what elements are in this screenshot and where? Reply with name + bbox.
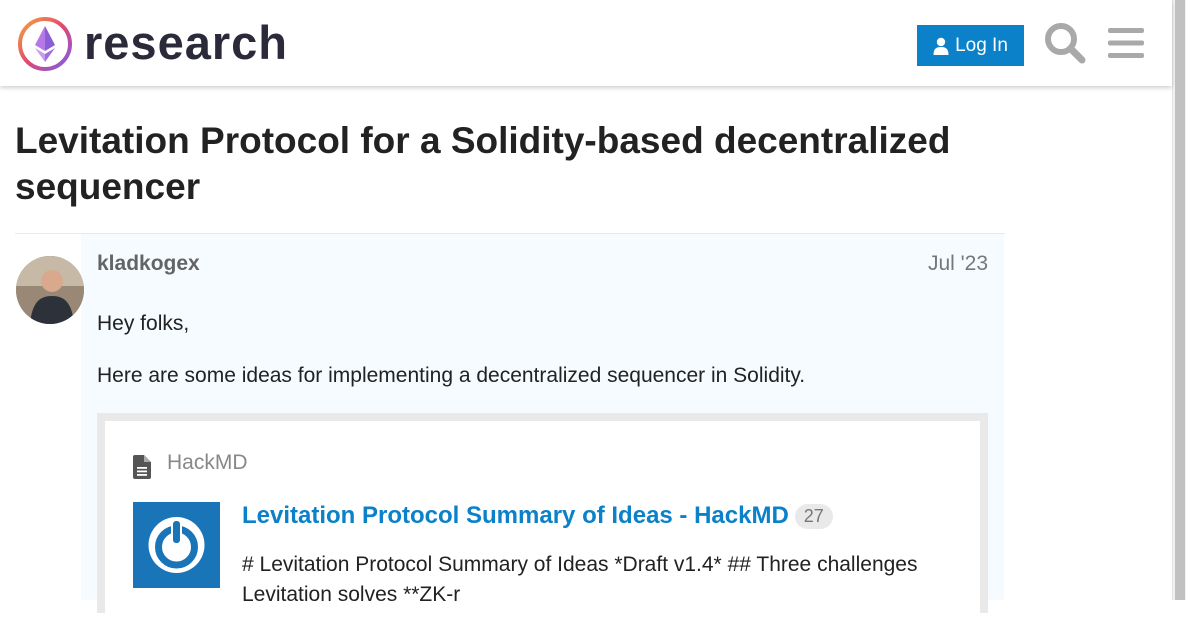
post-paragraph: Hey folks, — [97, 312, 190, 335]
login-button[interactable]: Log In — [917, 25, 1024, 66]
ethereum-research-logo[interactable] — [17, 16, 73, 72]
page-scrollbar[interactable] — [1172, 0, 1186, 600]
onebox-link-text[interactable]: Levitation Protocol Summary of Ideas - H… — [242, 502, 789, 529]
hamburger-menu-icon[interactable] — [1107, 24, 1145, 62]
post-date[interactable]: Jul '23 — [920, 252, 988, 276]
document-icon — [133, 455, 151, 479]
link-preview-onebox: HackMD Levitation Protocol Summary of Id… — [97, 413, 988, 621]
avatar[interactable] — [16, 256, 84, 324]
user-icon — [933, 37, 949, 55]
onebox-content: HackMD Levitation Protocol Summary of Id… — [105, 421, 980, 621]
onebox-excerpt: # Levitation Protocol Summary of Ideas *… — [242, 553, 918, 606]
hackmd-logo-icon — [148, 517, 205, 573]
click-count-badge: 27 — [794, 504, 833, 530]
site-name[interactable]: research — [84, 13, 288, 73]
avatar-image — [16, 256, 84, 324]
hackmd-thumbnail[interactable] — [133, 502, 220, 588]
login-label: Log In — [955, 34, 1008, 56]
onebox-link-title[interactable]: Levitation Protocol Summary of Ideas - H… — [242, 502, 833, 530]
scrollbar-thumb[interactable] — [1175, 0, 1185, 600]
onebox-source[interactable]: HackMD — [167, 451, 248, 475]
search-icon[interactable] — [1044, 22, 1086, 64]
post-paragraph: Here are some ideas for implementing a d… — [97, 364, 806, 387]
post-username[interactable]: kladkogex — [97, 252, 200, 276]
site-header: research Log In — [0, 0, 1172, 86]
topic-title[interactable]: Levitation Protocol for a Solidity-based… — [15, 118, 1005, 210]
